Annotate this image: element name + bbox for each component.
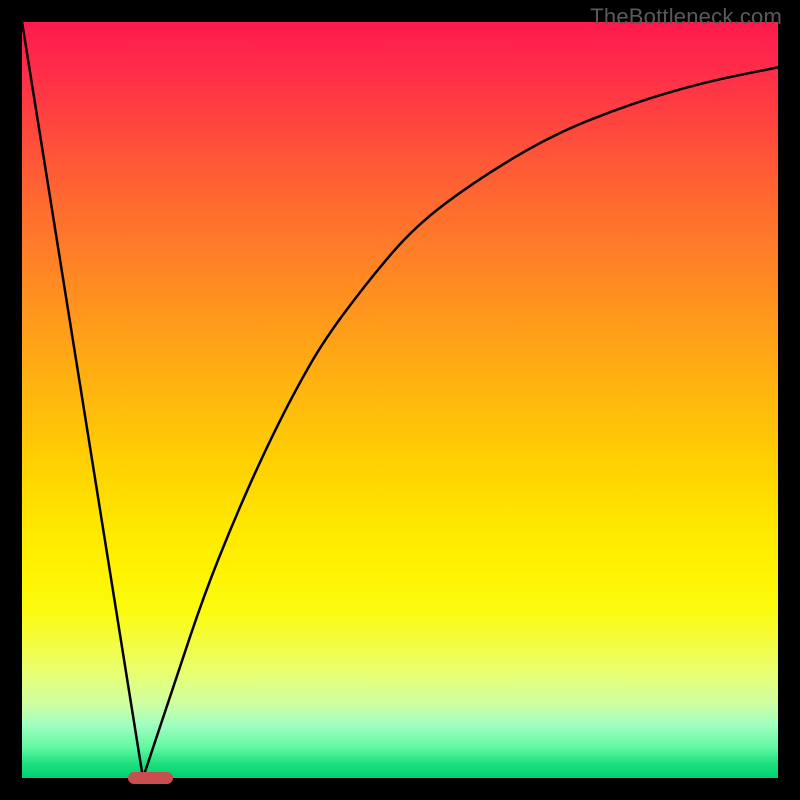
right-curve	[143, 67, 778, 778]
chart-curves	[22, 22, 778, 778]
chart-container: TheBottleneck.com	[0, 0, 800, 800]
bottleneck-marker	[128, 772, 173, 784]
left-line	[22, 22, 143, 778]
watermark-text: TheBottleneck.com	[590, 4, 782, 30]
plot-area	[22, 22, 778, 778]
